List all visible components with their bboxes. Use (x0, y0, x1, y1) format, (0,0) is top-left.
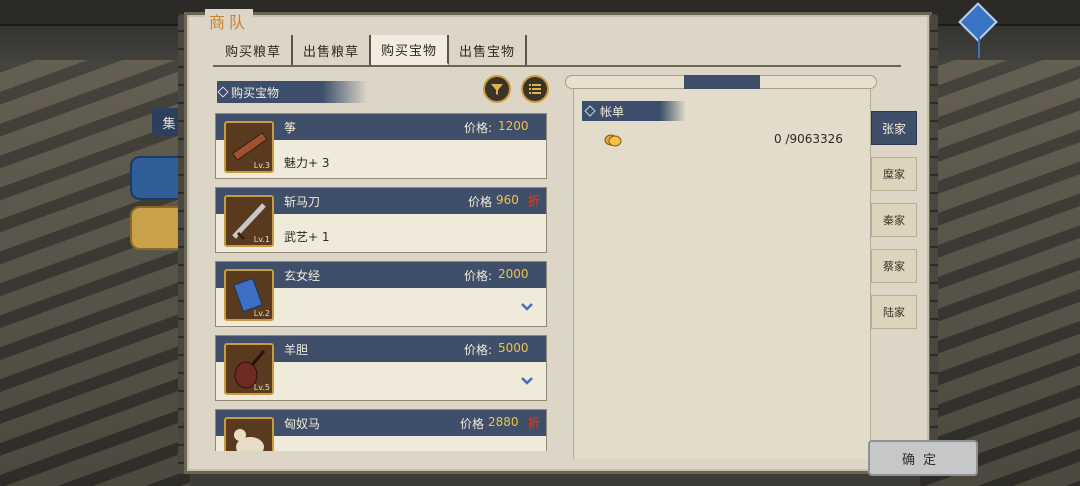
family-tab-zhang[interactable]: 张家 (871, 111, 917, 145)
family-tab-lu[interactable]: 陆家 (871, 295, 917, 329)
book-icon: Lv.2 (224, 269, 274, 321)
chevron-down-icon[interactable] (520, 300, 534, 314)
item-name: 玄女经 (284, 269, 321, 283)
family-tab-mi[interactable]: 糜家 (871, 157, 917, 191)
sword-icon: Lv.1 (224, 195, 274, 247)
kite-tail (978, 36, 980, 58)
coin-icon (604, 134, 622, 147)
diamond-icon (584, 105, 596, 117)
tab-sell-grain[interactable]: 出售粮草 (293, 35, 372, 65)
chevron-down-icon[interactable] (520, 374, 534, 388)
ledger-scroll-top (565, 75, 877, 89)
ledger-header: 帐单 (582, 101, 686, 121)
panel-title: 商队 (205, 9, 254, 33)
section-header: 购买宝物 (217, 81, 367, 103)
tab-buy-treasure[interactable]: 购买宝物 (371, 35, 450, 65)
confirm-button[interactable]: 确定 (868, 440, 978, 476)
ledger-panel: 帐单 0 /9063326 (573, 89, 871, 459)
ledger-title: 帐单 (600, 104, 625, 119)
item-level: Lv.2 (253, 309, 270, 318)
item-level: Lv.3 (253, 161, 270, 170)
diamond-icon (217, 86, 229, 98)
filter-icon (491, 84, 503, 95)
tab-buy-grain[interactable]: 购买粮草 (215, 35, 294, 65)
background-roofs-right (920, 60, 1080, 486)
item-name: 斩马刀 (284, 195, 321, 209)
scroll-rod-right (930, 14, 938, 474)
list-item[interactable]: Lv.2 玄女经 价格: 2000 (215, 261, 547, 327)
ledger-scroll-emblem (684, 75, 760, 89)
list-icon (529, 84, 541, 94)
item-list[interactable]: Lv.3 筝 价格: 1200 魅力+ 3 Lv.1 斩马刀 价格 960 折 … (215, 113, 547, 451)
zither-icon: Lv.3 (224, 121, 274, 173)
list-item[interactable]: Lv.5 羊胆 价格: 5000 (215, 335, 547, 401)
list-item[interactable]: 匈奴马 价格 2880 折 (215, 409, 547, 451)
item-price: 2880 (488, 415, 519, 429)
item-level: Lv.5 (253, 383, 270, 392)
lute-icon: Lv.5 (224, 343, 274, 395)
item-price: 960 (496, 193, 519, 207)
item-level: Lv.1 (253, 235, 270, 244)
list-item[interactable]: Lv.3 筝 价格: 1200 魅力+ 3 (215, 113, 547, 179)
list-item[interactable]: Lv.1 斩马刀 价格 960 折 武艺+ 1 (215, 187, 547, 253)
family-tab-cai[interactable]: 蔡家 (871, 249, 917, 283)
item-price: 1200 (498, 119, 529, 133)
item-price-label: 价格 (468, 195, 493, 209)
horse-icon (224, 417, 274, 451)
item-name: 筝 (284, 121, 297, 135)
family-tab-qin[interactable]: 秦家 (871, 203, 917, 237)
tab-bar: 购买粮草 出售粮草 购买宝物 出售宝物 (215, 35, 528, 65)
caravan-panel: 商队 购买粮草 出售粮草 购买宝物 出售宝物 购买宝物 Lv.3 筝 价格: 1… (184, 9, 932, 474)
item-price: 2000 (498, 267, 529, 281)
list-button[interactable] (521, 75, 549, 103)
tabs-divider (213, 65, 901, 67)
item-price-label: 价格: (464, 343, 493, 357)
item-name: 匈奴马 (284, 417, 321, 431)
item-attribute: 武艺+ 1 (284, 230, 330, 244)
tab-sell-treasure[interactable]: 出售宝物 (449, 35, 528, 65)
item-price-label: 价格: (464, 269, 493, 283)
item-attribute: 魅力+ 3 (284, 156, 330, 170)
item-price-label: 价格: (464, 121, 493, 135)
discount-flag: 折 (527, 416, 540, 430)
ledger-amount: 0 /9063326 (774, 132, 843, 146)
discount-flag: 折 (527, 194, 540, 208)
item-price: 5000 (498, 341, 529, 355)
section-title: 购买宝物 (231, 85, 280, 100)
item-price-label: 价格 (460, 417, 485, 431)
item-name: 羊胆 (284, 343, 309, 357)
filter-button[interactable] (483, 75, 511, 103)
